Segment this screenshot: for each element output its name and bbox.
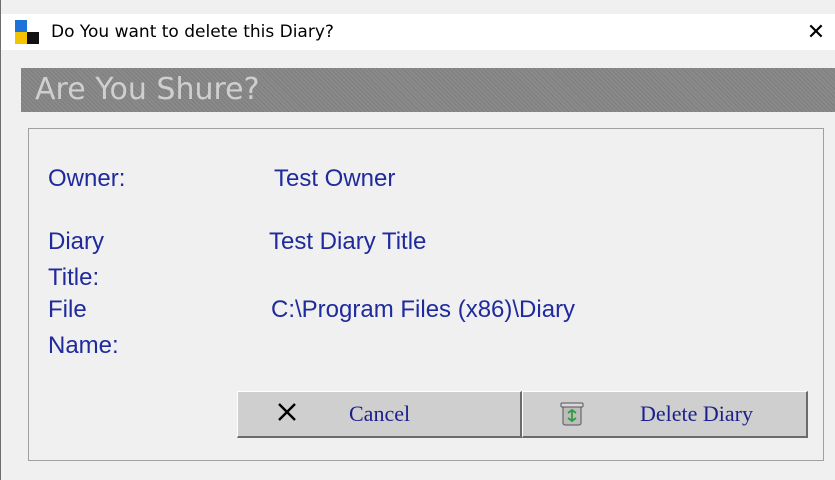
delete-diary-button[interactable]: Delete Diary	[522, 391, 808, 438]
owner-value: Test Owner	[274, 165, 396, 192]
file-name-label: File Name:	[48, 296, 119, 359]
confirmation-header-text: Are You Shure?	[35, 72, 260, 107]
diary-title-label: Diary Title:	[48, 228, 105, 291]
close-button[interactable]: ✕	[796, 14, 835, 50]
owner-label: Owner:	[48, 165, 126, 192]
window-title: Do You want to delete this Diary?	[51, 22, 334, 42]
recycle-bin-icon	[560, 401, 584, 427]
cancel-button-label: Cancel	[349, 401, 411, 426]
file-name-value: C:\Program Files (x86)\Diary	[271, 296, 576, 323]
cancel-button[interactable]: Cancel	[237, 391, 522, 438]
app-icon	[15, 20, 39, 44]
delete-diary-button-label: Delete Diary	[640, 401, 753, 426]
confirmation-header: Are You Shure?	[21, 68, 835, 112]
x-icon	[276, 401, 298, 427]
diary-title-value: Test Diary Title	[269, 228, 427, 255]
delete-diary-dialog: Do You want to delete this Diary? ✕ Are …	[0, 0, 835, 480]
close-icon: ✕	[806, 19, 826, 45]
title-bar: Do You want to delete this Diary? ✕	[1, 14, 835, 50]
